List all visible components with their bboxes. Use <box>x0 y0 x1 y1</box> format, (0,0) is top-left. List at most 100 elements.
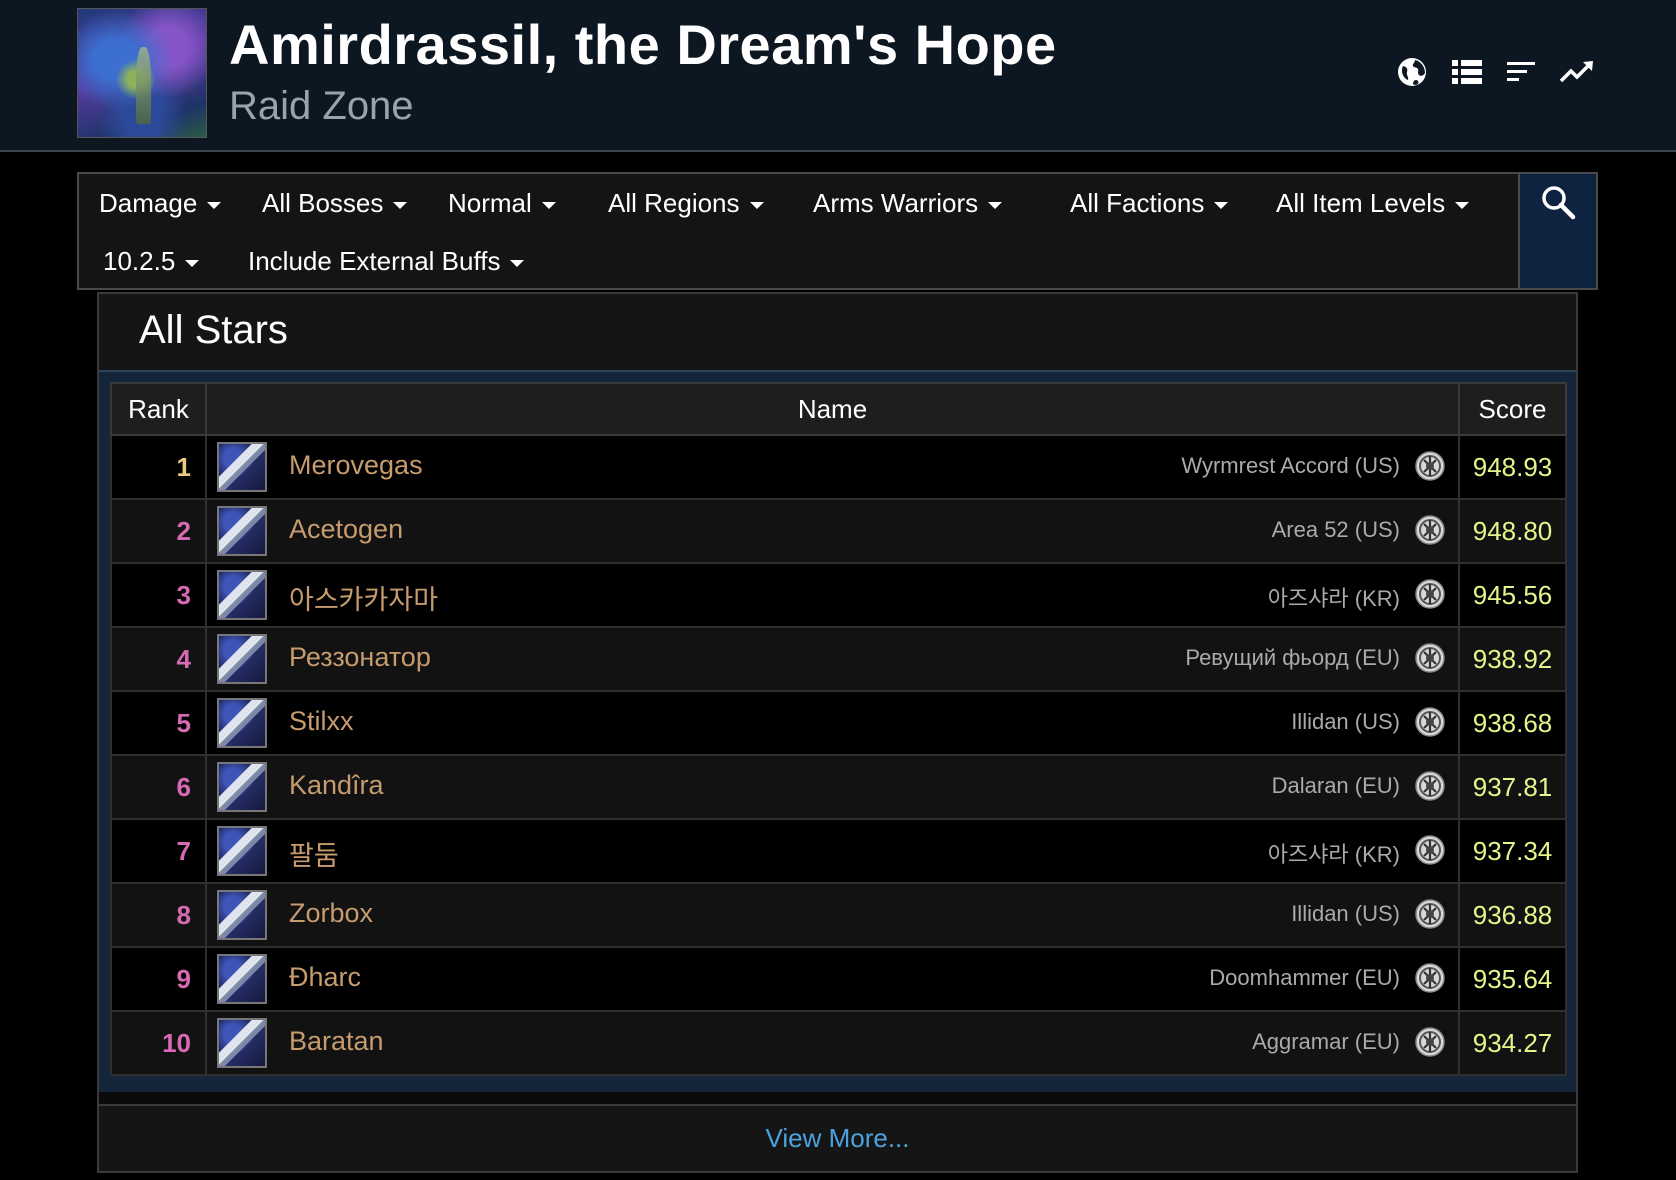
trend-icon[interactable] <box>1555 50 1599 94</box>
filter-factions[interactable]: All Factions <box>1070 186 1229 220</box>
rank-cell: 4 <box>110 626 207 692</box>
filter-buffs[interactable]: Include External Buffs <box>248 244 525 278</box>
rankings-table-container: Rank Name Score 1 Merovegas Wyrmrest Accor… <box>99 372 1576 1092</box>
filter-bosses-label: All Bosses <box>262 188 384 218</box>
player-name-link[interactable]: Ðharc <box>289 962 361 993</box>
table-row[interactable]: 1 Merovegas Wyrmrest Accord (US) 948.93 <box>110 434 1567 500</box>
player-name-link[interactable]: 팔둠 <box>289 834 339 873</box>
filter-spec-label: Arms Warriors <box>813 188 979 218</box>
server-name[interactable]: Area 52 (US) <box>1272 517 1400 543</box>
score-cell: 937.81 <box>1458 754 1567 820</box>
score-cell: 948.80 <box>1458 498 1567 564</box>
table-row[interactable]: 5 Stilxx Illidan (US) 938.68 <box>110 690 1567 756</box>
table-row[interactable]: 10 Baratan Aggramar (EU) 934.27 <box>110 1010 1567 1076</box>
table-row[interactable]: 2 Acetogen Area 52 (US) 948.80 <box>110 498 1567 564</box>
filter-item-levels-label: All Item Levels <box>1276 188 1446 218</box>
list-icon[interactable] <box>1445 50 1489 94</box>
name-cell: 아스카카자마 아즈샤라 (KR) <box>205 562 1460 628</box>
zone-image <box>77 8 207 138</box>
table-row[interactable]: 4 Реззонатор Ревущий фьорд (EU) 938.92 <box>110 626 1567 692</box>
column-header-score[interactable]: Score <box>1458 382 1567 436</box>
score-cell: 934.27 <box>1458 1010 1567 1076</box>
caret-down-icon <box>510 259 525 267</box>
player-name-link[interactable]: Реззонатор <box>289 642 431 673</box>
name-cell: 팔둠 아즈샤라 (KR) <box>205 818 1460 884</box>
server-name[interactable]: Illidan (US) <box>1291 901 1400 927</box>
panel-header: All Stars <box>99 294 1576 372</box>
name-cell: Ðharc Doomhammer (EU) <box>205 946 1460 1012</box>
player-name-link[interactable]: Stilxx <box>289 706 354 737</box>
panel-title: All Stars <box>139 308 288 352</box>
rank-cell: 8 <box>110 882 207 948</box>
server-name[interactable]: Doomhammer (EU) <box>1209 965 1400 991</box>
filter-regions-label: All Regions <box>608 188 740 218</box>
filter-patch[interactable]: 10.2.5 <box>103 244 200 278</box>
player-name-link[interactable]: Kandîra <box>289 770 384 801</box>
rank-cell: 10 <box>110 1010 207 1076</box>
view-more-bar: View More... <box>99 1104 1576 1171</box>
player-name-link[interactable]: Baratan <box>289 1026 384 1057</box>
player-name-link[interactable]: Zorbox <box>289 898 373 929</box>
filter-regions[interactable]: All Regions <box>608 186 764 220</box>
arms-warrior-spec-icon <box>217 506 267 556</box>
rank-cell: 2 <box>110 498 207 564</box>
search-icon <box>1542 186 1576 220</box>
page-title: Amirdrassil, the Dream's Hope <box>229 13 1057 76</box>
player-name-link[interactable]: Acetogen <box>289 514 403 545</box>
score-cell: 937.34 <box>1458 818 1567 884</box>
caret-down-icon <box>988 201 1003 209</box>
arms-warrior-spec-icon <box>217 1018 267 1068</box>
table-row[interactable]: 7 팔둠 아즈샤라 (KR) 937.34 <box>110 818 1567 884</box>
name-cell: Stilxx Illidan (US) <box>205 690 1460 756</box>
sort-icon[interactable] <box>1500 50 1544 94</box>
server-name[interactable]: Dalaran (EU) <box>1272 773 1400 799</box>
filter-item-levels[interactable]: All Item Levels <box>1276 186 1470 220</box>
filter-difficulty[interactable]: Normal <box>448 186 556 220</box>
rank-cell: 1 <box>110 434 207 500</box>
server-name[interactable]: 아즈샤라 (KR) <box>1268 581 1400 613</box>
score-cell: 936.88 <box>1458 882 1567 948</box>
filter-patch-label: 10.2.5 <box>103 246 176 276</box>
rank-cell: 6 <box>110 754 207 820</box>
column-header-rank[interactable]: Rank <box>110 382 207 436</box>
filter-factions-label: All Factions <box>1070 188 1205 218</box>
filter-bosses[interactable]: All Bosses <box>262 186 408 220</box>
score-cell: 938.68 <box>1458 690 1567 756</box>
filter-spec[interactable]: Arms Warriors <box>813 186 1003 220</box>
table-row[interactable]: 8 Zorbox Illidan (US) 936.88 <box>110 882 1567 948</box>
caret-down-icon <box>207 201 222 209</box>
server-name[interactable]: Aggramar (EU) <box>1252 1029 1400 1055</box>
filter-buffs-label: Include External Buffs <box>248 246 501 276</box>
column-header-name[interactable]: Name <box>205 382 1460 436</box>
rank-cell: 5 <box>110 690 207 756</box>
horde-icon <box>1415 899 1445 929</box>
caret-down-icon <box>1214 201 1229 209</box>
table-row[interactable]: 9 Ðharc Doomhammer (EU) 935.64 <box>110 946 1567 1012</box>
player-name-link[interactable]: Merovegas <box>289 450 423 481</box>
caret-down-icon <box>541 201 556 209</box>
server-name[interactable]: Wyrmrest Accord (US) <box>1181 453 1400 479</box>
view-more-link[interactable]: View More... <box>765 1123 909 1154</box>
horde-icon <box>1415 707 1445 737</box>
rank-cell: 7 <box>110 818 207 884</box>
score-cell: 945.56 <box>1458 562 1567 628</box>
server-name[interactable]: Illidan (US) <box>1291 709 1400 735</box>
player-name-link[interactable]: 아스카카자마 <box>289 578 438 617</box>
rank-cell: 3 <box>110 562 207 628</box>
table-row[interactable]: 3 아스카카자마 아즈샤라 (KR) 945.56 <box>110 562 1567 628</box>
all-stars-panel: All Stars Rank Name Score 1 Merovegas Wyrm… <box>97 292 1578 1173</box>
horde-icon <box>1415 1027 1445 1057</box>
search-button[interactable] <box>1518 172 1598 290</box>
filter-metric[interactable]: Damage <box>99 186 222 220</box>
score-cell: 948.93 <box>1458 434 1567 500</box>
table-row[interactable]: 6 Kandîra Dalaran (EU) 937.81 <box>110 754 1567 820</box>
name-cell: Baratan Aggramar (EU) <box>205 1010 1460 1076</box>
caret-down-icon <box>185 259 200 267</box>
horde-icon <box>1415 451 1445 481</box>
server-name[interactable]: 아즈샤라 (KR) <box>1268 837 1400 869</box>
rank-cell: 9 <box>110 946 207 1012</box>
page-header: Amirdrassil, the Dream's Hope Raid Zone <box>0 0 1676 152</box>
globe-icon[interactable] <box>1390 50 1434 94</box>
server-name[interactable]: Ревущий фьорд (EU) <box>1185 645 1400 671</box>
horde-icon <box>1415 835 1445 865</box>
